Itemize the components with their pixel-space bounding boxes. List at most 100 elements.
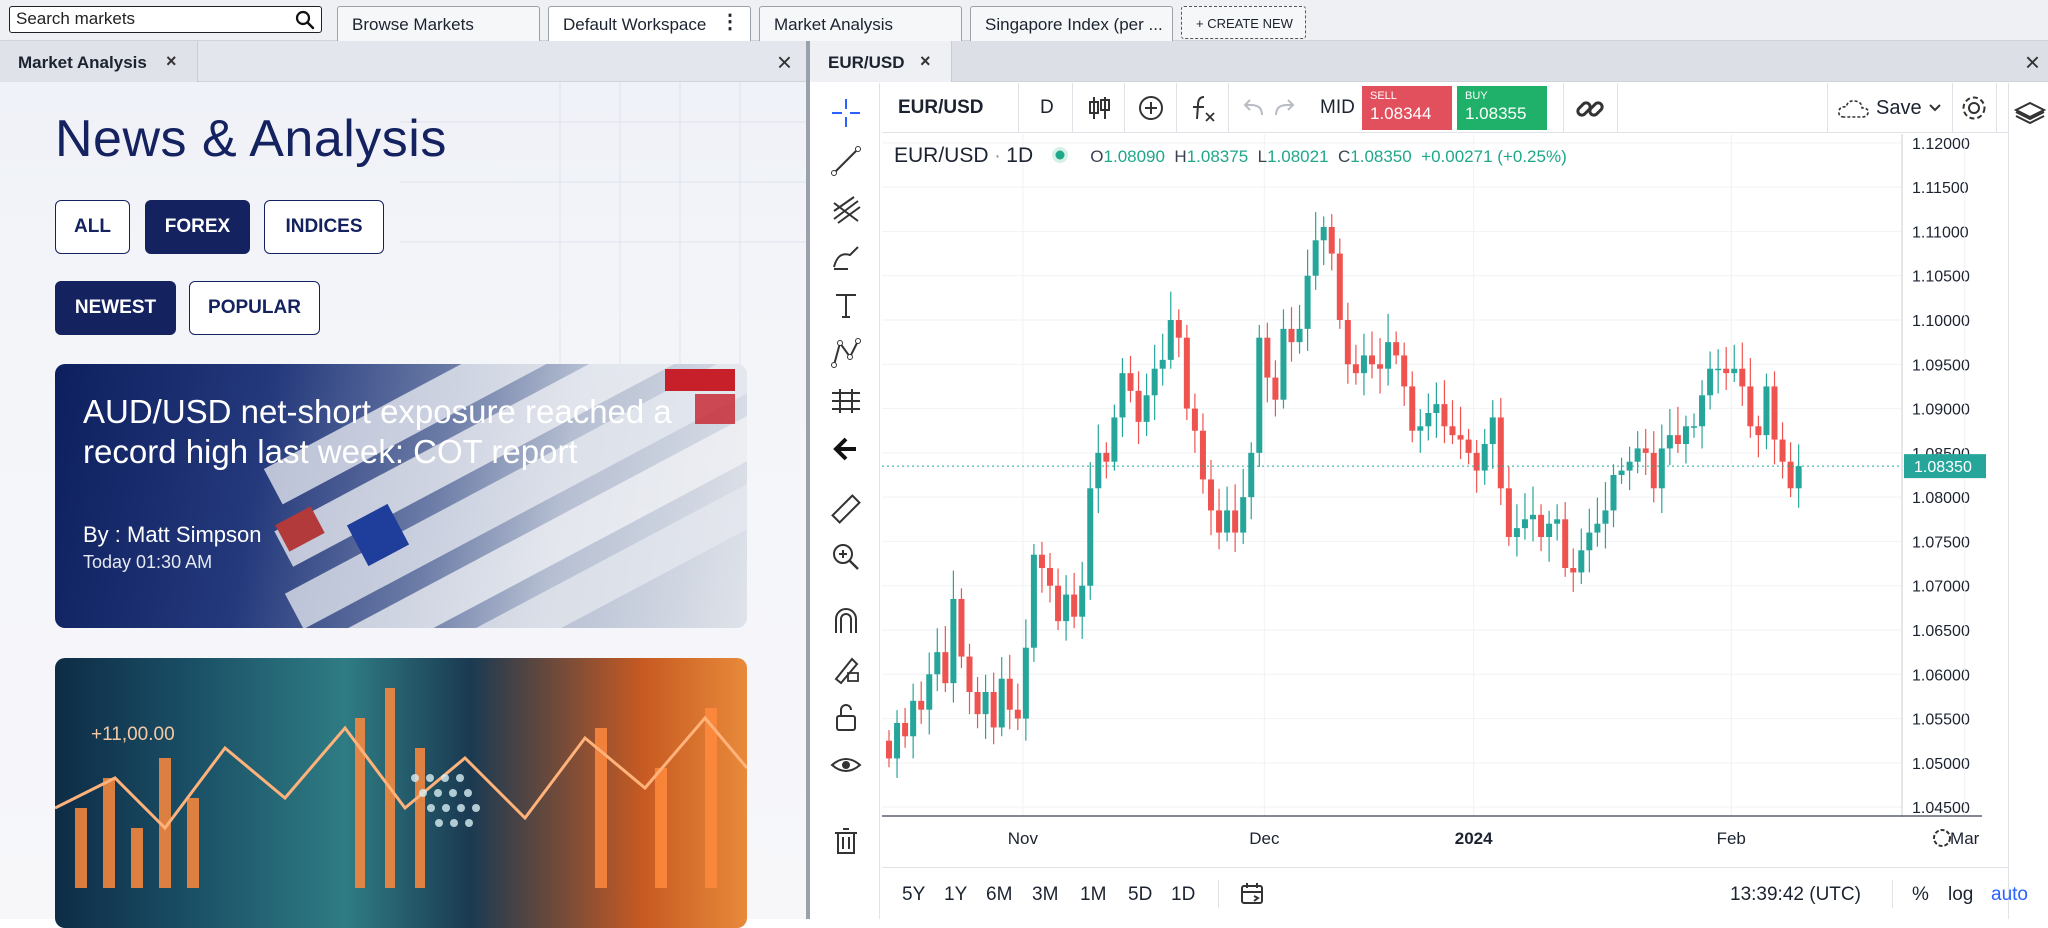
redo-icon[interactable] [1274, 99, 1296, 117]
y-tick-label: 1.08000 [1912, 490, 1970, 507]
more-options-icon[interactable]: ⋮ [720, 12, 740, 32]
undo-icon[interactable] [1242, 99, 1264, 117]
layers-icon[interactable] [2013, 95, 2047, 129]
filter-all-button[interactable]: ALL [55, 200, 130, 254]
prediction-icon[interactable] [830, 385, 862, 417]
candle-body [1594, 523, 1601, 533]
back-arrow-icon[interactable] [830, 433, 862, 465]
drawing-lock-icon[interactable] [830, 653, 862, 685]
candle-body [1352, 364, 1359, 374]
filter-forex-button[interactable]: FOREX [145, 200, 250, 254]
candle-body [1642, 448, 1649, 453]
eye-icon[interactable] [830, 749, 862, 781]
candle-body [1465, 439, 1472, 453]
y-tick-label: 1.09000 [1912, 402, 1970, 419]
candle-body [1497, 417, 1504, 489]
tab-singapore-index[interactable]: Singapore Index (per ... [970, 6, 1173, 41]
last-price-label: 1.08350 [1914, 459, 1972, 476]
candlestick-chart[interactable]: 1.04500 1.05000 1.05500 1.06000 1.06500 1.070… [882, 134, 2008, 866]
sell-button[interactable]: SELL 1.08344 [1362, 86, 1452, 130]
close-tab-icon[interactable]: × [166, 51, 177, 72]
candle-body [1264, 337, 1271, 378]
candle-body [1296, 328, 1303, 343]
search-input[interactable] [10, 7, 290, 31]
symbol-button[interactable]: EUR/USD [898, 97, 984, 119]
trash-icon[interactable] [830, 825, 862, 857]
buy-label: BUY [1465, 90, 1488, 102]
chart-bottom-bar: 5Y 1Y 6M 3M 1M 5D 1D 13:39:42 (UTC) % lo… [882, 867, 2028, 919]
percent-scale-button[interactable]: % [1912, 884, 1929, 906]
candle-body [1063, 594, 1070, 622]
tab-label: Default Workspace [563, 15, 707, 34]
tab-eurusd[interactable]: EUR/USD × [810, 41, 952, 82]
y-tick-label: 1.05500 [1912, 712, 1970, 729]
candle-body [1417, 426, 1424, 431]
text-tool-icon[interactable] [830, 289, 862, 321]
candle-body [1747, 386, 1754, 427]
filter-indices-button[interactable]: INDICES [264, 200, 384, 254]
range-1m-button[interactable]: 1M [1080, 884, 1106, 906]
page-title: News & Analysis [55, 110, 447, 168]
tab-default-workspace[interactable]: Default Workspace ⋮ [548, 6, 751, 41]
brush-icon[interactable] [830, 241, 862, 273]
buy-button[interactable]: BUY 1.08355 [1457, 86, 1547, 130]
range-1y-button[interactable]: 1Y [944, 884, 967, 906]
trend-line-icon[interactable] [830, 145, 862, 177]
close-tab-icon[interactable]: × [920, 51, 931, 72]
close-panel-icon[interactable]: × [2025, 47, 2040, 78]
sort-newest-button[interactable]: NEWEST [55, 281, 176, 335]
create-new-tab-button[interactable]: + CREATE NEW [1181, 6, 1306, 39]
range-5d-button[interactable]: 5D [1128, 884, 1152, 906]
candle-body [1634, 448, 1641, 462]
link-icon[interactable] [1575, 95, 1605, 123]
close-panel-icon[interactable]: × [777, 47, 792, 78]
crosshair-icon[interactable] [830, 97, 862, 129]
chevron-down-icon[interactable] [1928, 103, 1942, 113]
add-indicator-icon[interactable] [1138, 95, 1164, 121]
formula-icon[interactable] [1190, 95, 1216, 123]
drawing-toolbar [810, 83, 880, 919]
clock[interactable]: 13:39:42 (UTC) [1730, 884, 1861, 906]
tab-market-analysis[interactable]: Market Analysis [759, 6, 962, 41]
x-tick-label: 2024 [1455, 829, 1493, 848]
tab-browse-markets[interactable]: Browse Markets [337, 6, 540, 41]
range-6m-button[interactable]: 6M [986, 884, 1012, 906]
price-source-button[interactable]: MID [1320, 97, 1355, 119]
date-range-icon[interactable] [1240, 882, 1266, 906]
save-button[interactable]: Save [1876, 97, 1922, 120]
range-5y-button[interactable]: 5Y [902, 884, 925, 906]
y-tick-label: 1.05000 [1912, 756, 1970, 773]
cloud-icon[interactable] [1836, 97, 1872, 121]
x-tick-label: Mar [1950, 829, 1980, 848]
candle-body [1224, 510, 1231, 533]
filter-label: INDICES [285, 216, 363, 237]
range-3m-button[interactable]: 3M [1032, 884, 1058, 906]
pitchfork-icon[interactable] [830, 193, 862, 225]
pattern-icon[interactable] [830, 337, 862, 369]
candle-body [1216, 510, 1223, 533]
legend-interval: 1D [1006, 144, 1034, 167]
legend-high: 1.08375 [1186, 147, 1249, 166]
candle-body [1602, 510, 1609, 524]
candle-body [990, 692, 997, 728]
axis-settings-icon[interactable] [1933, 829, 1951, 847]
price-chart[interactable]: 1.04500 1.05000 1.05500 1.06000 1.06500 1.070… [882, 134, 2008, 866]
candle-body [1457, 435, 1464, 440]
auto-scale-button[interactable]: auto [1991, 884, 2028, 906]
range-1d-button[interactable]: 1D [1171, 884, 1195, 906]
search-icon[interactable] [295, 10, 315, 30]
article-card[interactable]: +11,00.00 [55, 658, 747, 928]
unlock-icon[interactable] [830, 701, 862, 733]
log-scale-button[interactable]: log [1948, 884, 1973, 906]
gear-icon[interactable] [1960, 94, 1988, 122]
magnet-icon[interactable] [830, 605, 862, 637]
article-title[interactable]: AUD/USD net-short exposure reached a rec… [83, 392, 723, 472]
candle-type-icon[interactable] [1086, 95, 1112, 121]
interval-button[interactable]: D [1040, 97, 1054, 119]
article-card[interactable]: AUD/USD net-short exposure reached a rec… [55, 364, 747, 628]
zoom-in-icon[interactable] [830, 541, 862, 573]
tab-market-analysis-panel[interactable]: Market Analysis × [0, 41, 198, 82]
search-box[interactable] [9, 6, 322, 33]
sort-popular-button[interactable]: POPULAR [189, 281, 320, 335]
ruler-icon[interactable] [830, 493, 862, 525]
